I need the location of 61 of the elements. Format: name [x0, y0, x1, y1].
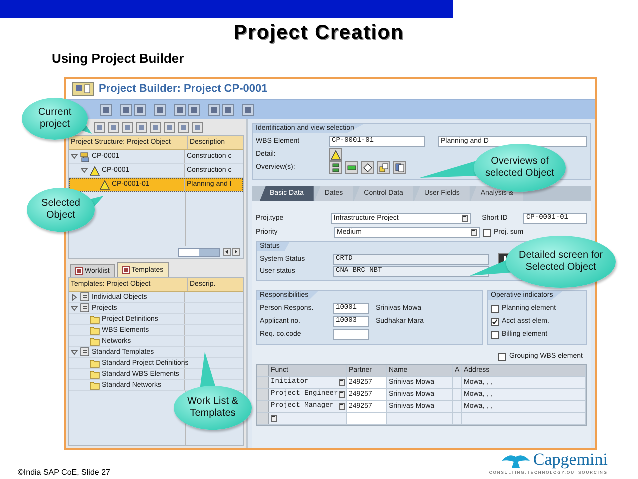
value-help-icon[interactable] [462, 215, 468, 222]
collapse-arrow-icon[interactable] [71, 348, 78, 356]
toolbar-button[interactable] [136, 122, 147, 132]
toolbar-button[interactable] [120, 104, 132, 116]
toolbar-button[interactable] [188, 104, 200, 116]
list-icon [80, 303, 90, 313]
copy-icon [378, 162, 388, 172]
scroll-left-icon[interactable] [223, 248, 231, 256]
toolbar-button[interactable] [154, 104, 166, 116]
value-help-icon[interactable] [471, 229, 477, 236]
toolbar-button[interactable] [222, 104, 234, 116]
list-icon [80, 347, 90, 357]
overview-button[interactable] [393, 161, 406, 174]
toolbar-button[interactable] [134, 104, 146, 116]
callout-bubble: Current project [22, 98, 88, 140]
window-title: Project Builder: Project CP-0001 [99, 83, 268, 95]
scrollbar[interactable] [178, 248, 220, 256]
toolbar-button[interactable] [150, 122, 161, 132]
collapse-arrow-icon[interactable] [71, 153, 78, 160]
value-help-icon[interactable] [271, 415, 277, 422]
slide-title: Project Creation [232, 21, 406, 44]
scroll-right-icon[interactable] [232, 248, 240, 256]
bar-icon [346, 162, 356, 172]
overview-button[interactable] [361, 161, 374, 174]
toolbar-button[interactable] [174, 104, 186, 116]
footer-text: ©India SAP CoE, Slide 27 [18, 468, 110, 477]
checkbox[interactable] [491, 318, 499, 326]
collapse-arrow-icon[interactable] [71, 304, 78, 312]
list-icon [80, 292, 90, 302]
logo-text: Capgemini [533, 450, 608, 470]
document-icon [394, 162, 404, 172]
toolbar-button[interactable] [122, 122, 133, 132]
toolbar-button[interactable] [242, 104, 254, 116]
toolbar-button[interactable] [100, 104, 112, 116]
checkbox[interactable] [483, 228, 491, 236]
detail-button[interactable] [329, 148, 342, 161]
checkbox[interactable] [491, 330, 499, 338]
square-icon [75, 267, 83, 275]
toolbar-button[interactable] [208, 104, 220, 116]
toolbar-button[interactable] [192, 122, 203, 132]
stack-icon [330, 162, 340, 172]
expand-arrow-icon[interactable] [71, 294, 78, 300]
toolbar-button[interactable] [108, 122, 119, 132]
value-help-icon[interactable] [339, 391, 345, 398]
callout-bubble: Selected Object [27, 188, 95, 232]
input-field[interactable] [347, 413, 387, 424]
toolbar-button[interactable] [178, 122, 189, 132]
square-icon [122, 266, 130, 274]
value-help-icon[interactable] [339, 379, 345, 386]
project-icon [80, 152, 90, 162]
toolbar-button[interactable] [164, 122, 175, 132]
toolbar-button[interactable] [94, 122, 105, 132]
app-icon [72, 82, 94, 96]
diamond-icon [362, 162, 372, 172]
slide-subtitle: Using Project Builder [51, 50, 186, 68]
collapse-arrow-icon[interactable] [81, 167, 88, 174]
checkbox[interactable] [498, 352, 506, 360]
checkbox[interactable] [491, 304, 499, 312]
triangle-icon [330, 150, 340, 160]
input-field[interactable] [333, 329, 369, 340]
value-help-icon[interactable] [339, 403, 345, 410]
